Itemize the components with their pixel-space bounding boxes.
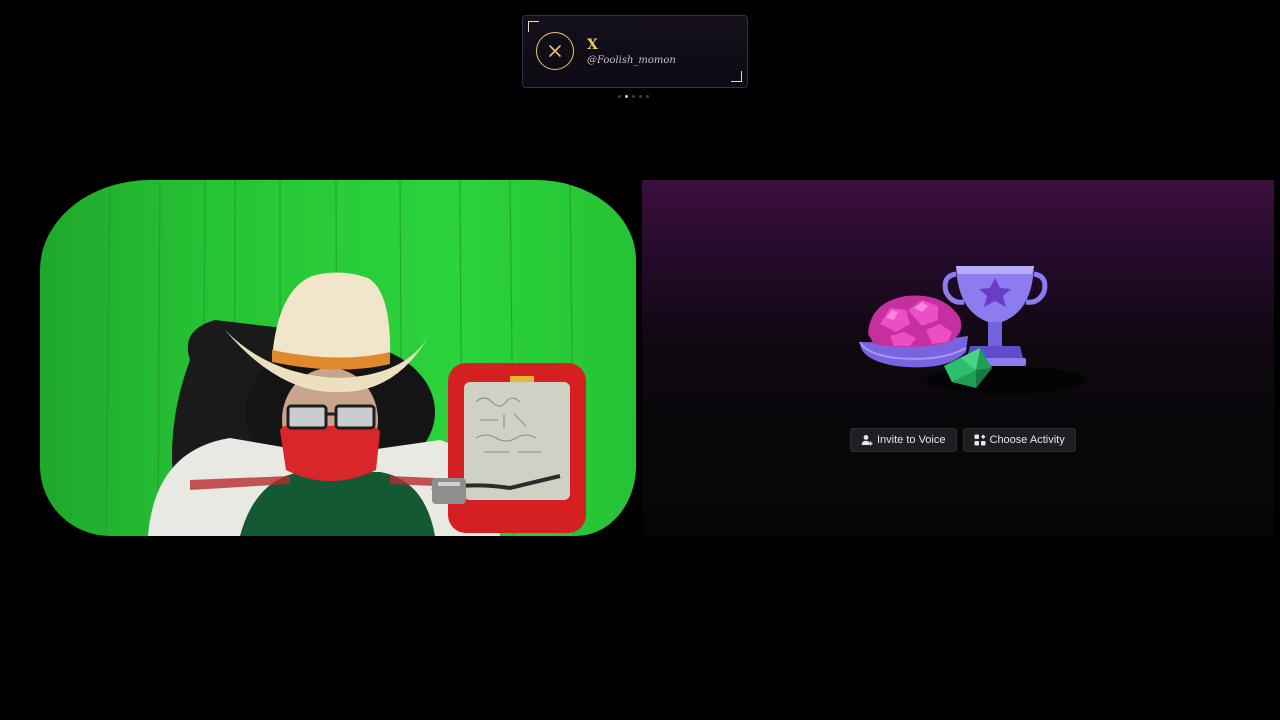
- add-user-icon: [861, 434, 873, 446]
- choose-activity-button[interactable]: Choose Activity: [962, 428, 1076, 452]
- carousel-dot-4[interactable]: [639, 95, 642, 98]
- activity-actions: Invite to Voice Choose Activity: [850, 428, 1076, 452]
- carousel-dot-1[interactable]: [618, 95, 621, 98]
- webcam-video-tile[interactable]: [40, 180, 636, 536]
- x-close-icon: [536, 32, 574, 70]
- grid-icon: [974, 434, 986, 446]
- choose-activity-label: Choose Activity: [989, 434, 1065, 446]
- activity-panel: Invite to Voice Choose Activity: [642, 180, 1274, 536]
- social-handle: @Foolish_momon: [587, 55, 676, 66]
- trophy-activity-icon: [859, 266, 1086, 394]
- frame-corner-top-left: [528, 21, 539, 32]
- invite-to-voice-label: Invite to Voice: [877, 434, 946, 446]
- carousel-dot-3[interactable]: [632, 95, 635, 98]
- platform-name: X: [587, 37, 598, 53]
- webcam-feed-image: [105, 180, 586, 536]
- carousel-dot-2[interactable]: [625, 95, 628, 98]
- invite-to-voice-button[interactable]: Invite to Voice: [850, 428, 957, 452]
- social-card: X @Foolish_momon: [522, 15, 748, 88]
- carousel-dot-5[interactable]: [646, 95, 649, 98]
- frame-corner-bottom-right: [731, 71, 742, 82]
- carousel-indicator: [618, 95, 649, 98]
